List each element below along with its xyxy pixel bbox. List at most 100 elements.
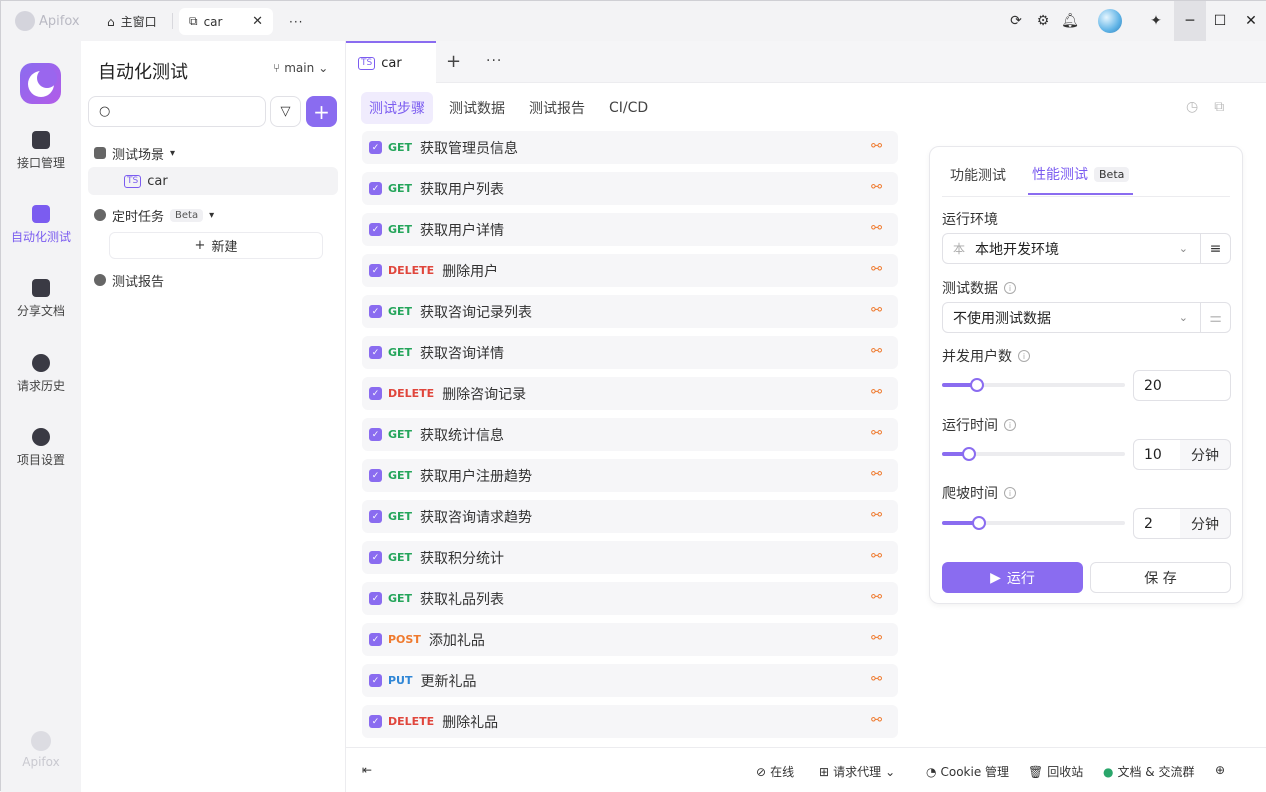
checkbox[interactable]: ✓ [369,715,382,728]
checkbox[interactable]: ✓ [369,592,382,605]
link-icon[interactable]: ⚯ [871,672,882,687]
run-time-input[interactable]: 10 [1133,439,1181,470]
concurrent-users-input[interactable]: 20 [1133,370,1231,401]
new-task-button[interactable]: + 新建 [109,232,323,259]
link-icon[interactable]: ⚯ [871,221,882,236]
car-window-tab[interactable]: ⧉ car ✕ [179,8,273,35]
tab-performance-test[interactable]: 性能测试 Beta [1028,155,1134,195]
community-link[interactable]: ● 文档 & 交流群 [1103,763,1194,780]
gear-icon[interactable]: ⚙ [1033,11,1053,31]
tab-ci-cd[interactable]: CI/CD [601,92,656,124]
tab-test-reports[interactable]: 测试报告 [521,92,593,124]
link-icon[interactable]: ⚯ [871,426,882,441]
avatar[interactable] [1098,9,1122,33]
link-icon[interactable]: ⚯ [871,549,882,564]
step-row[interactable]: ✓ GET 获取用户详情 ⚯ [362,213,898,246]
online-status[interactable]: ⊘ 在线 [756,763,794,780]
checkbox[interactable]: ✓ [369,264,382,277]
checkbox[interactable]: ✓ [369,387,382,400]
rail-item-api[interactable]: 接口管理 [1,131,81,171]
env-manage-button[interactable]: ≡ [1200,233,1231,264]
checkbox[interactable]: ✓ [369,346,382,359]
collapse-sidebar-icon[interactable]: ⇤ [362,763,372,777]
step-row[interactable]: ✓ DELETE 删除用户 ⚯ [362,254,898,287]
link-icon[interactable]: ⚯ [871,139,882,154]
tab-functional-test[interactable]: 功能测试 [946,155,1010,195]
close-window-button[interactable]: ✕ [1235,1,1266,41]
link-icon[interactable]: ⚯ [871,631,882,646]
slider-handle[interactable] [971,516,986,530]
pin-icon[interactable]: ✦ [1146,11,1166,31]
history-icon[interactable]: ◷ [1186,99,1198,115]
slider-handle[interactable] [969,378,984,392]
tab-more-button[interactable]: ··· [486,53,502,69]
checkbox[interactable]: ✓ [369,674,382,687]
proxy-menu[interactable]: ⊞ 请求代理 ⌄ [819,763,895,780]
branch-selector[interactable]: ⑂ main ⌄ [273,61,328,75]
recycle-bin[interactable]: 🗑︎ 回收站 [1028,763,1083,780]
app-logo[interactable] [20,63,61,104]
more-tabs-button[interactable]: ··· [279,8,313,35]
search-input[interactable] [116,104,257,119]
checkbox[interactable]: ✓ [369,182,382,195]
checkbox[interactable]: ✓ [369,223,382,236]
rail-item-history[interactable]: 请求历史 [1,354,81,394]
link-icon[interactable]: ⚯ [871,303,882,318]
step-row[interactable]: ✓ GET 获取咨询详情 ⚯ [362,336,898,369]
link-icon[interactable]: ⚯ [871,590,882,605]
run-button[interactable]: ▶ 运行 [942,562,1083,593]
tree-item-test-reports[interactable]: 测试报告 [88,266,338,294]
close-tab-icon[interactable]: ✕ [252,14,263,29]
step-row[interactable]: ✓ GET 获取积分统计 ⚯ [362,541,898,574]
link-icon[interactable]: ⚯ [871,508,882,523]
run-time-slider[interactable] [942,447,1125,461]
maximize-button[interactable]: ☐ [1204,1,1236,41]
link-icon[interactable]: ⚯ [871,344,882,359]
step-row[interactable]: ✓ GET 获取用户列表 ⚯ [362,172,898,205]
minimize-button[interactable]: ─ [1174,1,1206,41]
link-icon[interactable]: ⚯ [871,385,882,400]
home-window-tab[interactable]: ⌂ 主窗口 [97,8,167,35]
step-row[interactable]: ✓ DELETE 删除礼品 ⚯ [362,705,898,738]
link-icon[interactable]: ⚯ [871,180,882,195]
tree-item-car[interactable]: TS car [88,167,338,195]
test-data-select[interactable]: 不使用测试数据 ⌄ [942,302,1201,333]
checkbox[interactable]: ✓ [369,428,382,441]
tab-test-steps[interactable]: 测试步骤 [361,92,433,124]
rail-item-settings[interactable]: 项目设置 [1,428,81,468]
test-data-settings-button[interactable]: ⚌ [1200,302,1231,333]
env-select[interactable]: 本 本地开发环境 ⌄ [942,233,1201,264]
step-row[interactable]: ✓ PUT 更新礼品 ⚯ [362,664,898,697]
checkbox[interactable]: ✓ [369,633,382,646]
tab-car[interactable]: TS car [346,41,436,83]
checkbox[interactable]: ✓ [369,510,382,523]
upload-icon[interactable]: ⊕ [1215,763,1225,777]
rail-item-automation[interactable]: 自动化测试 [1,205,81,245]
bell-icon[interactable]: 🔔︎ [1060,11,1080,31]
tree-item-scheduled-tasks[interactable]: 定时任务 Beta ▾ [88,201,338,229]
ramp-up-input[interactable]: 2 [1133,508,1181,539]
checkbox[interactable]: ✓ [369,141,382,154]
link-icon[interactable]: ⚯ [871,467,882,482]
step-row[interactable]: ✓ DELETE 删除咨询记录 ⚯ [362,377,898,410]
checkbox[interactable]: ✓ [369,305,382,318]
step-row[interactable]: ✓ GET 获取咨询记录列表 ⚯ [362,295,898,328]
step-row[interactable]: ✓ GET 获取礼品列表 ⚯ [362,582,898,615]
step-row[interactable]: ✓ POST 添加礼品 ⚯ [362,623,898,656]
step-row[interactable]: ✓ GET 获取用户注册趋势 ⚯ [362,459,898,492]
checkbox[interactable]: ✓ [369,551,382,564]
copy-icon[interactable]: ⧉ [1214,99,1224,115]
add-button[interactable]: + [306,96,337,127]
filter-button[interactable]: ▽ [270,96,301,127]
concurrent-users-slider[interactable] [942,378,1125,392]
step-row[interactable]: ✓ GET 获取管理员信息 ⚯ [362,131,898,164]
cookie-manager[interactable]: ◔ Cookie 管理 [926,763,1009,780]
step-row[interactable]: ✓ GET 获取咨询请求趋势 ⚯ [362,500,898,533]
tree-item-test-scenarios[interactable]: 测试场景 ▾ [88,139,338,167]
save-button[interactable]: 保 存 [1090,562,1231,593]
link-icon[interactable]: ⚯ [871,262,882,277]
slider-handle[interactable] [962,447,977,461]
new-tab-button[interactable]: + [446,51,461,72]
step-row[interactable]: ✓ GET 获取统计信息 ⚯ [362,418,898,451]
ramp-up-slider[interactable] [942,516,1125,530]
